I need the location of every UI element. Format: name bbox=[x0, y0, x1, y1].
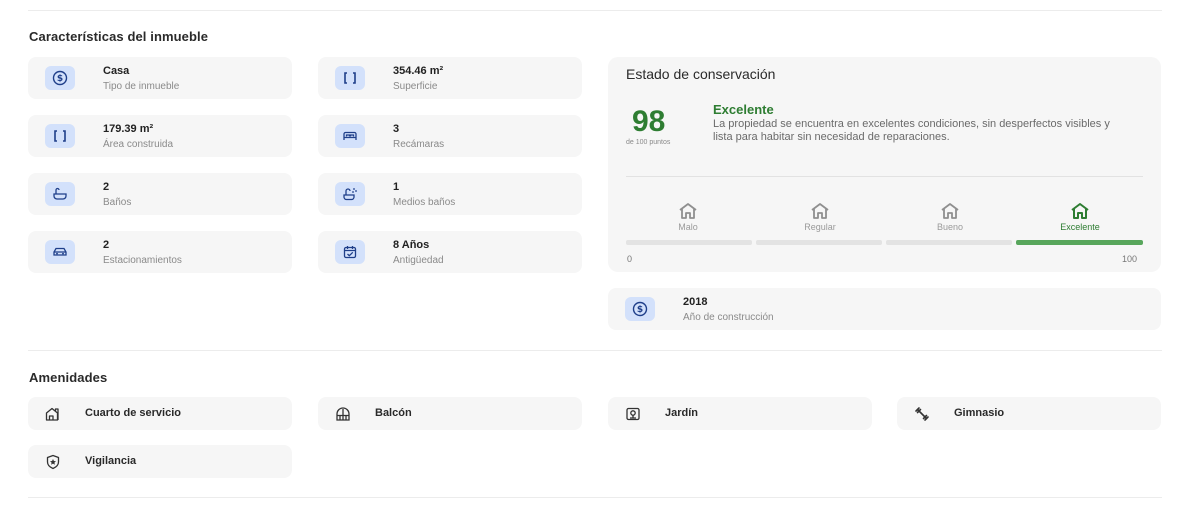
bottom-divider bbox=[28, 497, 1162, 498]
house-icon bbox=[1071, 203, 1089, 219]
feature-value: 179.39 m² bbox=[103, 123, 154, 135]
dumbbell-icon bbox=[915, 407, 929, 421]
amenity-label: Gimnasio bbox=[954, 407, 1005, 419]
amenity-label: Balcón bbox=[375, 407, 412, 419]
feature-label: Estacionamientos bbox=[103, 255, 182, 266]
feature-card-surface: 354.46 m² Superficie bbox=[318, 57, 582, 99]
middle-divider bbox=[28, 350, 1162, 351]
feature-label: Medios baños bbox=[393, 197, 456, 208]
bed-icon bbox=[335, 124, 365, 148]
level-malo: Malo bbox=[648, 202, 728, 232]
svg-text:$: $ bbox=[57, 74, 63, 84]
amenity-security: Vigilancia bbox=[28, 445, 292, 478]
house-icon bbox=[679, 203, 697, 219]
feature-card-half-baths: 1 Medios baños bbox=[318, 173, 582, 215]
car-icon bbox=[45, 240, 75, 264]
construction-year-card: $ 2018 Año de construcción bbox=[608, 288, 1161, 330]
conservation-rating: Excelente bbox=[713, 102, 774, 117]
dollar-icon: $ bbox=[45, 66, 75, 90]
amenities-title: Amenidades bbox=[29, 370, 108, 385]
feature-card-property-type: $ Casa Tipo de inmueble bbox=[28, 57, 292, 99]
bracket-icon bbox=[335, 66, 365, 90]
feature-value: 8 Años bbox=[393, 239, 430, 251]
amenity-label: Cuarto de servicio bbox=[85, 407, 181, 419]
bar-segment-regular bbox=[756, 240, 882, 245]
balcony-icon bbox=[336, 407, 350, 421]
feature-label: Recámaras bbox=[393, 139, 445, 150]
conservation-panel: Estado de conservación 98 de 100 puntos … bbox=[608, 57, 1161, 272]
amenity-label: Vigilancia bbox=[85, 455, 137, 467]
svg-text:$: $ bbox=[637, 305, 643, 315]
bar-segment-malo bbox=[626, 240, 752, 245]
feature-card-parking: 2 Estacionamientos bbox=[28, 231, 292, 273]
garden-icon bbox=[626, 407, 640, 421]
shield-star-icon bbox=[46, 454, 60, 470]
conservation-description: La propiedad se encuentra en excelentes … bbox=[713, 118, 1110, 143]
scale-min: 0 bbox=[627, 254, 633, 264]
feature-label: Superficie bbox=[393, 81, 438, 92]
top-divider bbox=[28, 10, 1162, 11]
level-label: Regular bbox=[804, 222, 836, 232]
feature-label: Antigüedad bbox=[393, 255, 444, 266]
level-bueno: Bueno bbox=[910, 202, 990, 232]
feature-card-bedrooms: 3 Recámaras bbox=[318, 115, 582, 157]
level-regular: Regular bbox=[780, 202, 860, 232]
feature-label: Área construida bbox=[103, 139, 174, 150]
level-label: Excelente bbox=[1060, 222, 1100, 232]
level-label: Malo bbox=[678, 222, 698, 232]
house-room-icon bbox=[45, 407, 59, 421]
amenity-garden: Jardín bbox=[608, 397, 872, 430]
feature-label: Baños bbox=[103, 197, 132, 208]
calendar-icon bbox=[335, 240, 365, 264]
dollar-icon: $ bbox=[625, 297, 655, 321]
amenity-label: Jardín bbox=[665, 407, 699, 419]
amenity-balcony: Balcón bbox=[318, 397, 582, 430]
feature-card-age: 8 Años Antigüedad bbox=[318, 231, 582, 273]
feature-label: Tipo de inmueble bbox=[103, 81, 180, 92]
shower-icon bbox=[335, 182, 365, 206]
feature-value: 2 bbox=[103, 181, 110, 193]
feature-value: 3 bbox=[393, 123, 400, 135]
conservation-title: Estado de conservación bbox=[626, 66, 776, 82]
scale-max: 100 bbox=[1122, 254, 1138, 264]
bracket-icon bbox=[45, 124, 75, 148]
conservation-score: 98 bbox=[632, 105, 666, 138]
construction-year-label: Año de construcción bbox=[683, 312, 774, 323]
feature-value: 2 bbox=[103, 239, 110, 251]
conservation-score-caption: de 100 puntos bbox=[626, 139, 671, 146]
feature-card-bathrooms: 2 Baños bbox=[28, 173, 292, 215]
level-label: Bueno bbox=[936, 222, 964, 232]
characteristics-title: Características del inmueble bbox=[29, 29, 209, 44]
bar-segment-bueno bbox=[886, 240, 1012, 245]
conservation-separator bbox=[626, 176, 1143, 177]
feature-card-built-area: 179.39 m² Área construida bbox=[28, 115, 292, 157]
feature-value: Casa bbox=[103, 65, 130, 77]
level-excelente: Excelente bbox=[1040, 202, 1120, 232]
construction-year-value: 2018 bbox=[683, 296, 708, 308]
amenity-gym: Gimnasio bbox=[897, 397, 1161, 430]
condition-progress-fill bbox=[1016, 240, 1143, 245]
bathtub-icon bbox=[45, 182, 75, 206]
feature-value: 1 bbox=[393, 181, 400, 193]
house-icon bbox=[811, 203, 829, 219]
house-icon bbox=[941, 203, 959, 219]
feature-value: 354.46 m² bbox=[393, 65, 444, 77]
amenity-service-room: Cuarto de servicio bbox=[28, 397, 292, 430]
